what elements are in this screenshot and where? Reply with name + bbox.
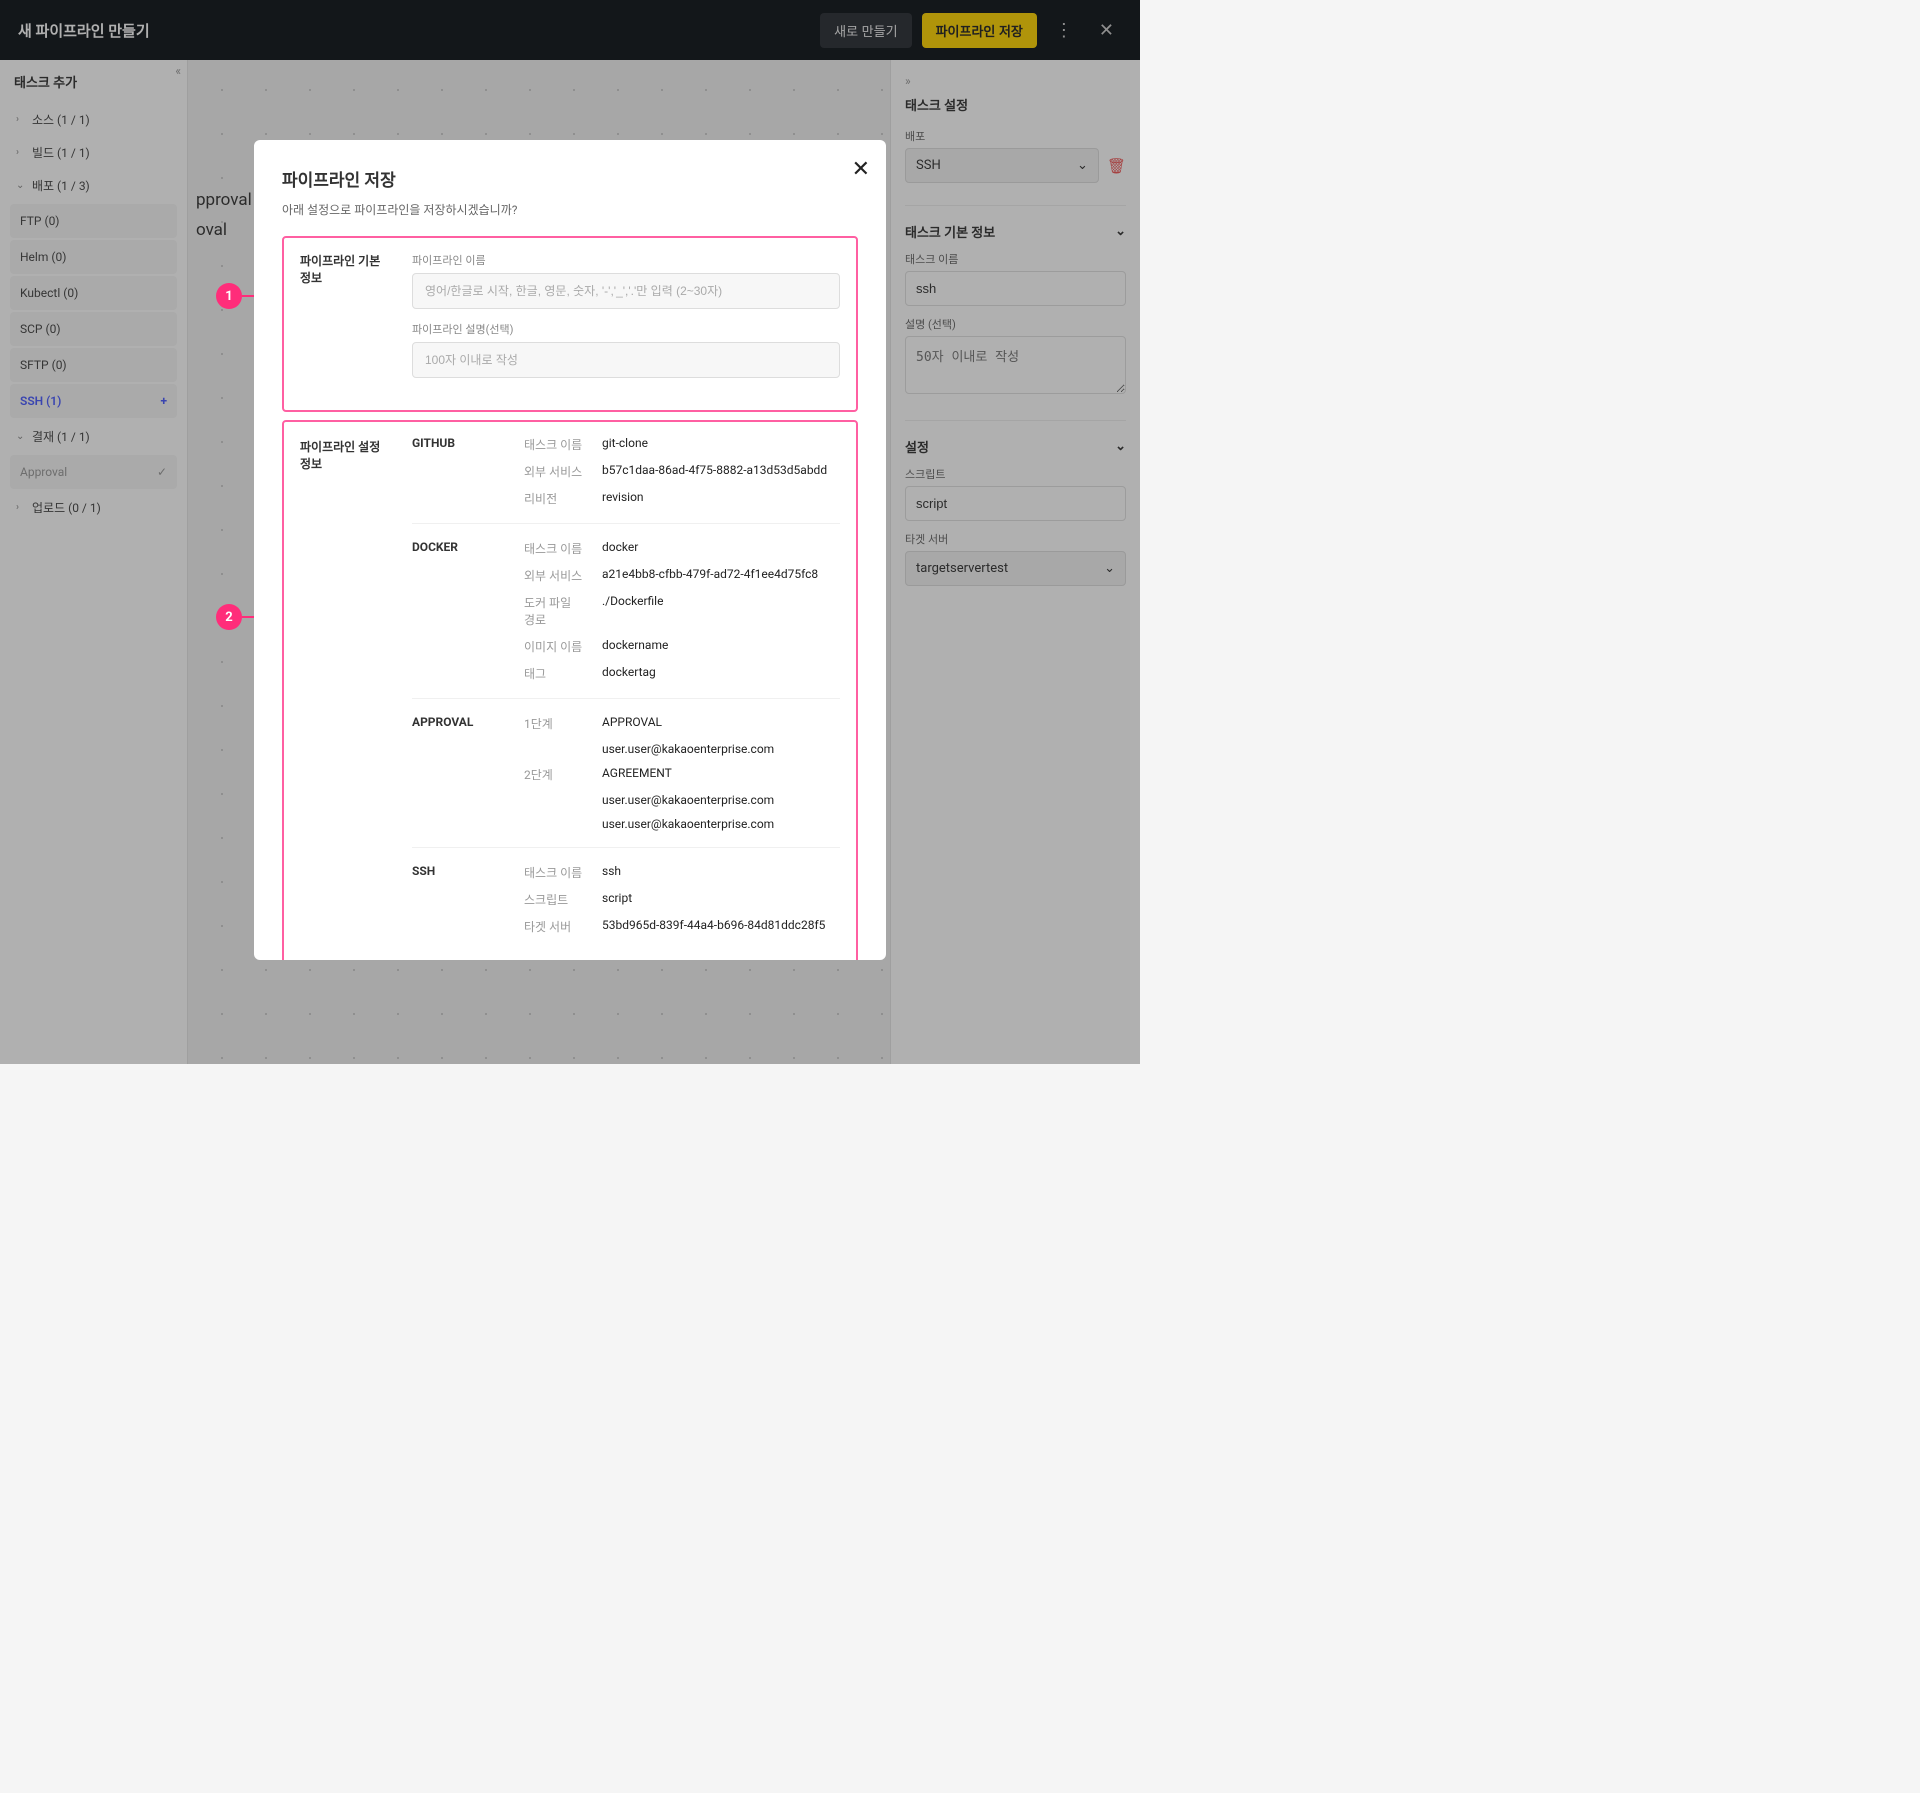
block-title-docker: DOCKER <box>412 540 504 682</box>
pipeline-name-input[interactable] <box>412 273 840 309</box>
settings-github: GITHUB 태스크 이름git-clone 외부 서비스b57c1daa-86… <box>412 436 840 524</box>
save-pipeline-modal: ✕ 파이프라인 저장 아래 설정으로 파이프라인을 저장하시겠습니까? 파이프라… <box>254 140 886 960</box>
pipeline-desc-input[interactable] <box>412 342 840 378</box>
modal-subtitle: 아래 설정으로 파이프라인을 저장하시겠습니까? <box>282 201 858 218</box>
annotation-marker-1: 1 <box>216 283 242 309</box>
block-title-ssh: SSH <box>412 864 504 935</box>
settings-docker: DOCKER 태스크 이름docker 외부 서비스a21e4bb8-cfbb-… <box>412 540 840 699</box>
modal-close-icon[interactable]: ✕ <box>852 156 870 182</box>
pipeline-name-label: 파이프라인 이름 <box>412 252 840 268</box>
modal-title: 파이프라인 저장 <box>282 166 858 191</box>
annotation-marker-2: 2 <box>216 604 242 630</box>
modal-overlay: 1 2 ✕ 파이프라인 저장 아래 설정으로 파이프라인을 저장하시겠습니까? … <box>0 0 1140 1064</box>
modal-basic-info-box: 파이프라인 기본 정보 파이프라인 이름 파이프라인 설명(선택) <box>282 236 858 412</box>
settings-info-label: 파이프라인 설정 정보 <box>300 436 392 951</box>
block-title-github: GITHUB <box>412 436 504 507</box>
settings-approval: APPROVAL 1단계APPROVAL user.user@kakaoente… <box>412 715 840 848</box>
pipeline-desc-label: 파이프라인 설명(선택) <box>412 321 840 337</box>
modal-settings-box: 파이프라인 설정 정보 GITHUB 태스크 이름git-clone 외부 서비… <box>282 420 858 960</box>
settings-ssh: SSH 태스크 이름ssh 스크립트script 타겟 서버53bd965d-8… <box>412 864 840 951</box>
basic-info-label: 파이프라인 기본 정보 <box>300 252 392 378</box>
block-title-approval: APPROVAL <box>412 715 504 831</box>
